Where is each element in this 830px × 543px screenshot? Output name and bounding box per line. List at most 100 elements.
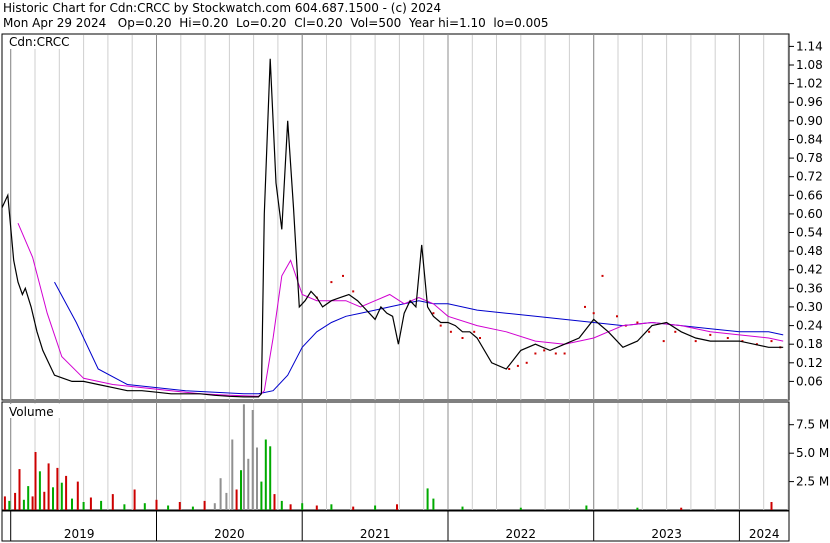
volume-bar [352,506,355,510]
volume-bar [8,500,11,510]
volume-bar [60,482,63,510]
volume-bar [34,452,37,510]
price-y-tick-label: 0.72 [796,170,823,184]
volume-panel [1,401,790,511]
price-y-tick-label: 0.60 [796,207,823,221]
volume-y-tick-label: 2.5 M [796,475,829,489]
price-trade-dot [616,315,618,318]
volume-bar [235,489,238,510]
volume-bar [203,500,206,510]
volume-bar [432,498,435,510]
volume-bar [269,446,272,510]
price-trade-dot [352,290,355,293]
volume-bar [38,471,41,510]
price-y-tick-label: 0.18 [796,337,823,351]
volume-bar [47,463,50,510]
price-y-tick-label: 1.08 [796,58,823,72]
volume-bar [315,505,318,510]
volume-bar [240,470,242,510]
price-trade-dot [525,361,528,364]
volume-bar [264,439,267,510]
price-trade-dot [674,330,677,333]
volume-bar [519,507,522,510]
volume-bar [251,410,254,510]
volume-bar [100,500,103,510]
price-trade-dot [662,340,665,343]
volume-bar [82,502,85,510]
volume-bar [27,486,30,510]
price-trade-dot [648,330,651,333]
price-y-tick-label: 0.48 [796,244,823,258]
volume-bar [14,492,17,510]
price-trade-dot [636,321,639,324]
price-y-tick-label: 0.06 [796,374,823,388]
volume-bar [213,503,216,510]
volume-bar [56,467,59,510]
volume-bar [770,502,773,510]
price-trade-dot [554,352,557,355]
price-trade-dot [479,337,481,339]
volume-bar [191,506,194,510]
volume-bar [301,503,304,510]
volume-bar [256,447,258,510]
price-y-tick-label: 0.24 [796,319,823,333]
volume-bar [143,503,146,510]
volume-bar [22,499,25,510]
x-axis-year-label: 2020 [214,527,245,541]
price-trade-dot [563,352,566,355]
volume-bar [76,481,79,510]
volume-bar [3,496,6,510]
price-y-tick-label: 0.42 [796,263,823,277]
price-trade-dot [439,324,442,327]
volume-bar [18,469,21,510]
volume-bar [585,505,588,510]
volume-bar [461,506,464,510]
volume-bar [225,492,228,510]
price-y-tick-label: 0.36 [796,281,823,295]
volume-bar [167,505,170,510]
price-trade-dot [601,274,604,277]
price-y-tick-label: 0.12 [796,356,823,370]
stock-chart: 1.14 1.08 1.02 0.96 0.90 0.84 0.78 0.72 0.66 0.60… [1,33,829,542]
volume-y-axis: 7.5 M 5.0 M 2.5 M [789,418,829,489]
volume-bar [260,481,263,510]
x-axis-year-label: 2024 [749,527,780,541]
volume-bar [89,497,92,510]
volume-bar [680,507,683,510]
price-trade-dot [508,368,511,370]
price-trade-dot [694,340,697,343]
volume-bar [123,504,126,510]
volume-bar [71,498,73,510]
volume-panel-title: Volume [9,405,54,419]
volume-bar [426,488,429,510]
volume-y-tick-label: 7.5 M [796,418,829,432]
volume-bar [374,505,377,510]
price-y-tick-label: 1.14 [796,39,823,53]
volume-y-tick-label: 5.0 M [796,446,829,460]
volume-bar [65,475,68,510]
price-trade-dot [449,330,452,333]
volume-bar [155,499,158,510]
price-y-tick-label: 0.84 [796,133,823,147]
price-trade-dot [461,337,464,339]
price-trade-dot [726,337,729,339]
volume-bar [111,494,114,510]
x-axis-year-label: 2023 [651,527,682,541]
volume-bar [289,504,292,510]
volume-bar [242,404,245,510]
volume-bar [178,502,181,510]
price-y-tick-label: 0.54 [796,226,823,240]
price-trade-dot [709,333,712,336]
volume-bar [330,504,333,510]
price-y-axis: 1.14 1.08 1.02 0.96 0.90 0.84 0.78 0.72 0.66 0.60… [789,39,823,388]
x-axis-year-label: 2021 [360,527,391,541]
volume-bar [43,491,46,510]
price-trade-dot [516,364,519,367]
price-trade-dot [432,312,435,315]
price-trade-dot [543,349,546,352]
price-y-tick-label: 0.96 [796,95,823,109]
volume-bar [52,487,54,510]
x-axis-year-label: 2019 [64,527,95,541]
x-axis-year-label: 2022 [506,527,537,541]
price-trade-dot [534,352,537,355]
